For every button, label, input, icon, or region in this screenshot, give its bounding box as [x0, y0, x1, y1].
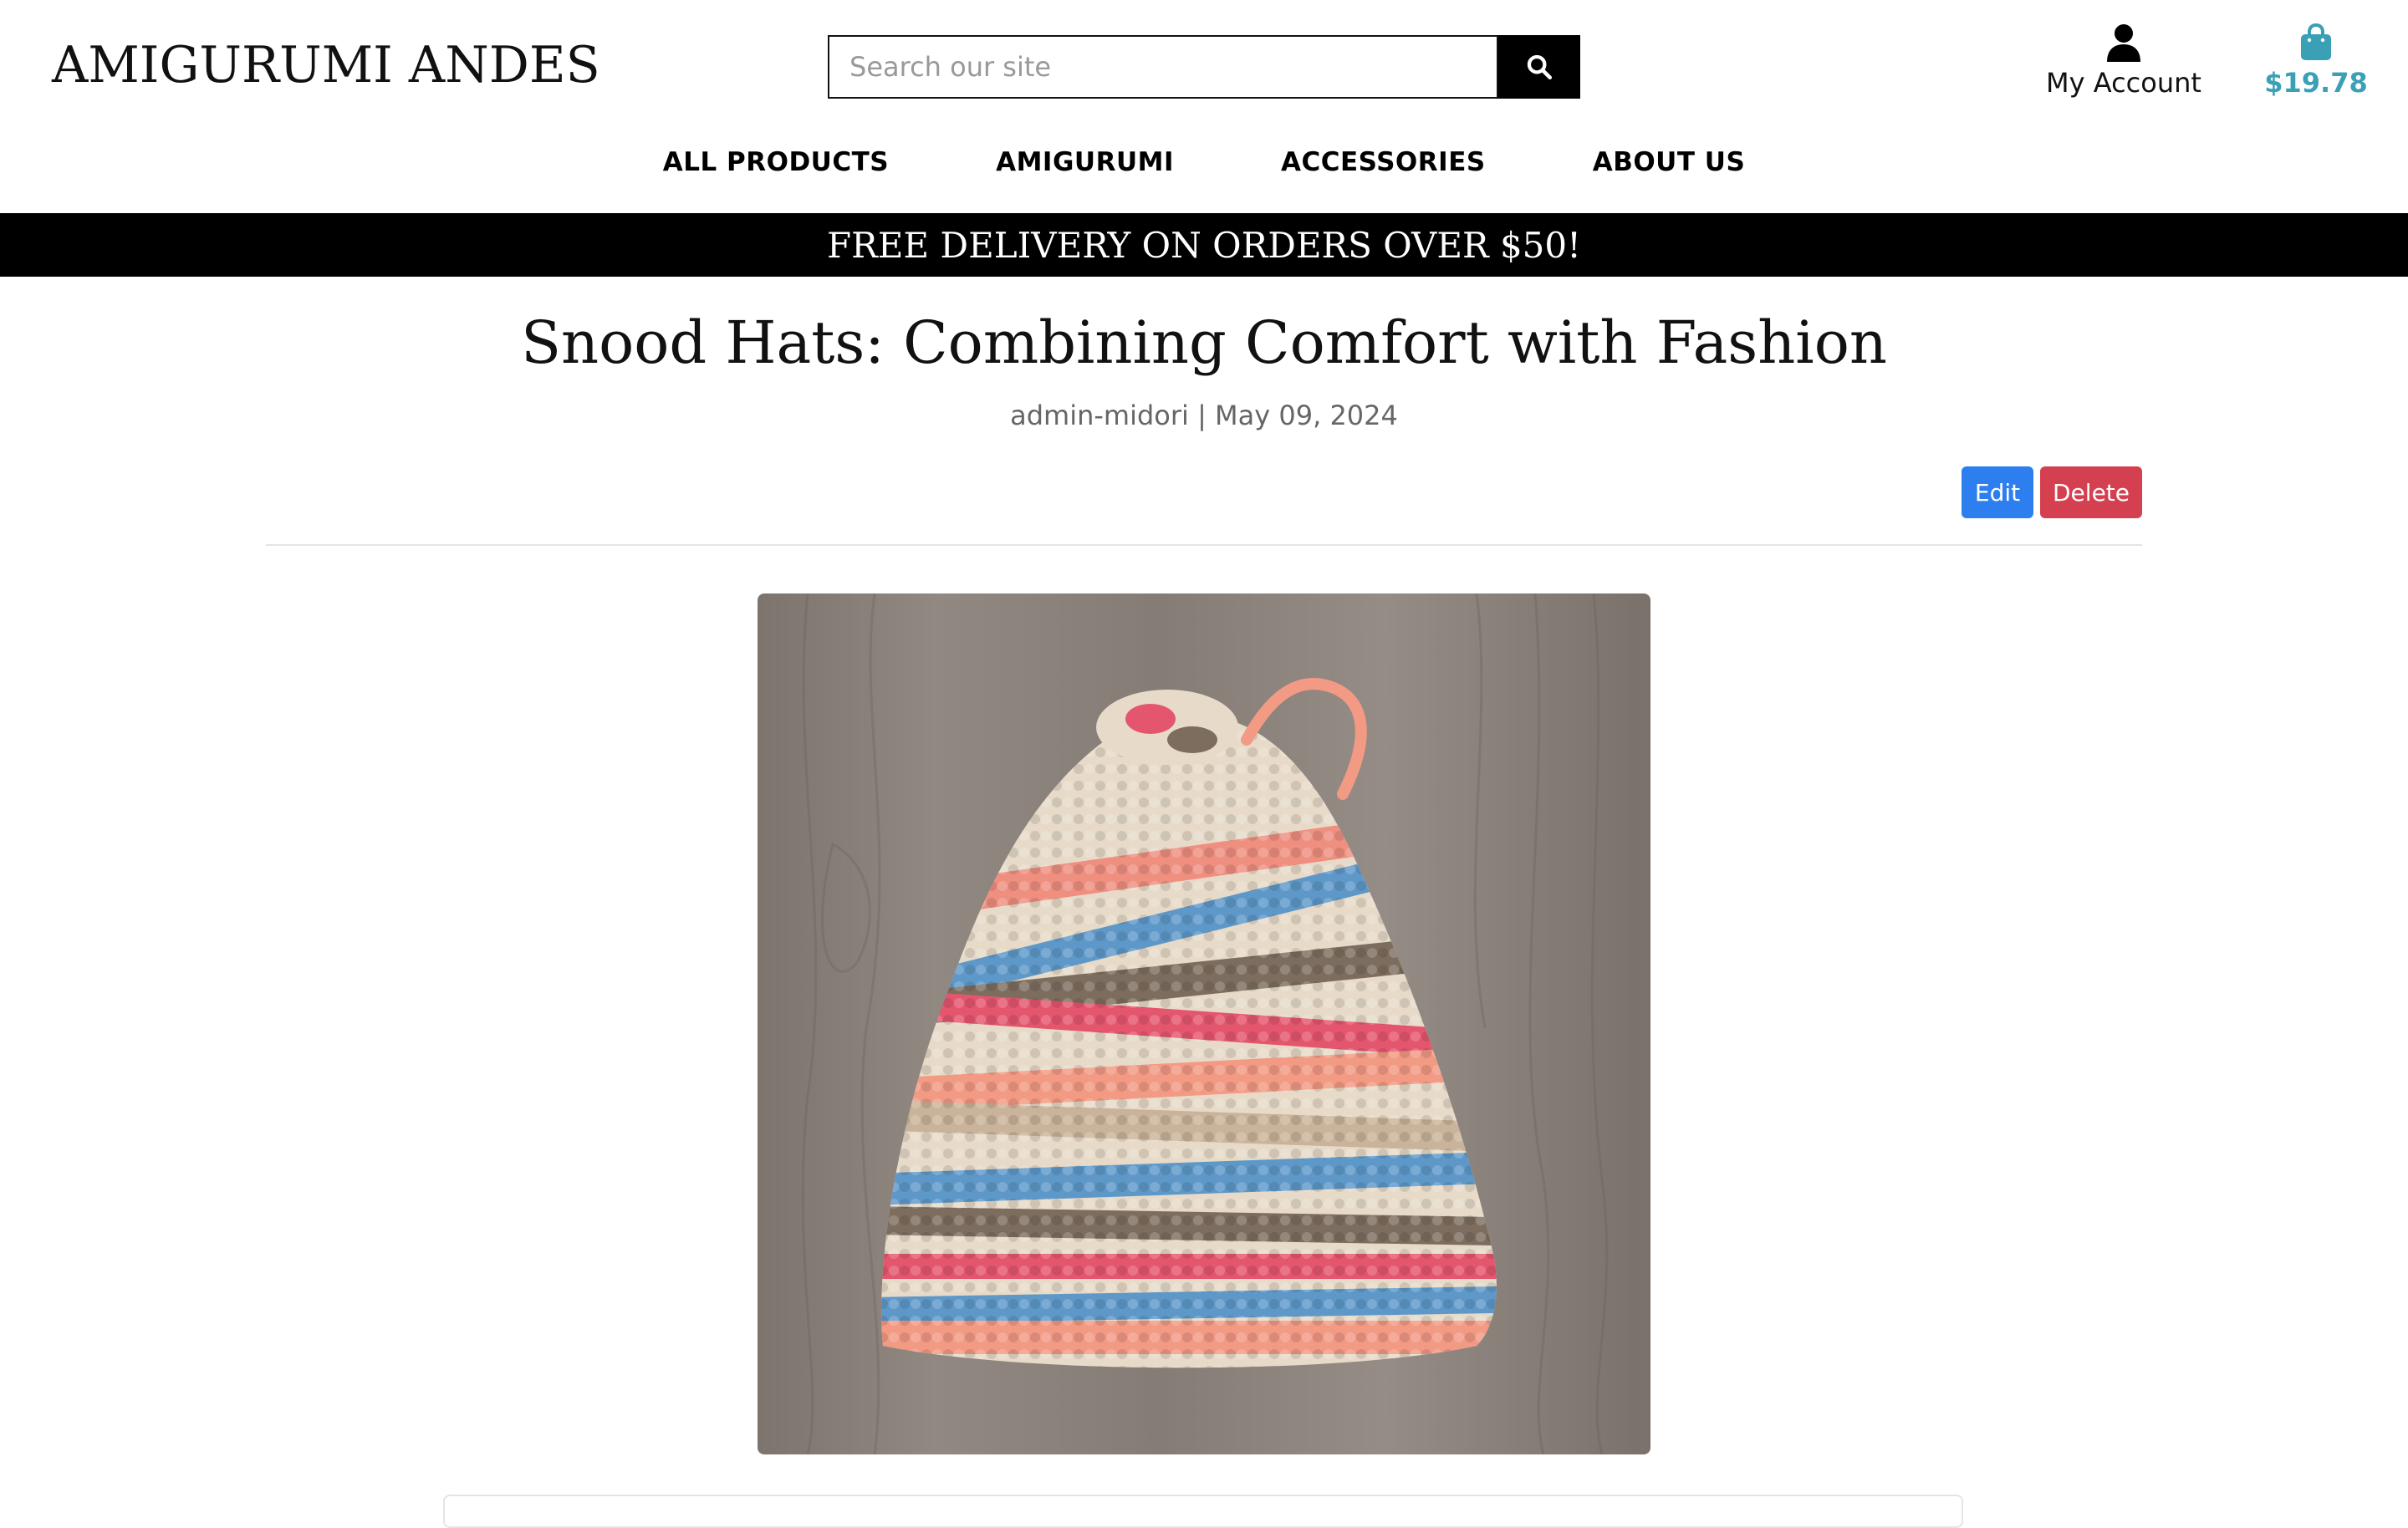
search-button[interactable] — [1498, 35, 1580, 99]
divider — [266, 544, 2142, 546]
nav-all-products[interactable]: ALL PRODUCTS — [610, 140, 942, 194]
site-logo[interactable]: AMIGURUMI ANDES — [52, 32, 600, 99]
post-title: Snood Hats: Combining Comfort with Fashi… — [521, 308, 1887, 377]
post-actions: Edit Delete — [1962, 466, 2142, 518]
user-icon — [2107, 24, 2140, 62]
my-account-link[interactable]: My Account — [2032, 23, 2216, 107]
nav-about-us[interactable]: ABOUT US — [1539, 140, 1799, 194]
nav-amigurumi[interactable]: AMIGURUMI — [942, 140, 1227, 194]
cart-link[interactable]: $19.78 — [2258, 23, 2375, 107]
delivery-banner: FREE DELIVERY ON ORDERS OVER $50! — [0, 213, 2408, 277]
post-meta: admin-midori | May 09, 2024 — [1010, 400, 1398, 431]
shopping-bag-icon — [2301, 23, 2331, 60]
post-image — [758, 593, 1650, 1454]
edit-button[interactable]: Edit — [1962, 466, 2033, 518]
nav-accessories[interactable]: ACCESSORIES — [1227, 140, 1539, 194]
cart-total: $19.78 — [2264, 67, 2368, 99]
delete-button[interactable]: Delete — [2040, 466, 2142, 518]
post-content-card — [443, 1495, 1963, 1528]
search-form — [828, 35, 1580, 99]
search-input[interactable] — [828, 35, 1498, 99]
account-label: My Account — [2046, 67, 2201, 99]
search-icon — [1527, 54, 1553, 80]
main-nav: ALL PRODUCTS AMIGURUMI ACCESSORIES ABOUT… — [0, 140, 2408, 194]
